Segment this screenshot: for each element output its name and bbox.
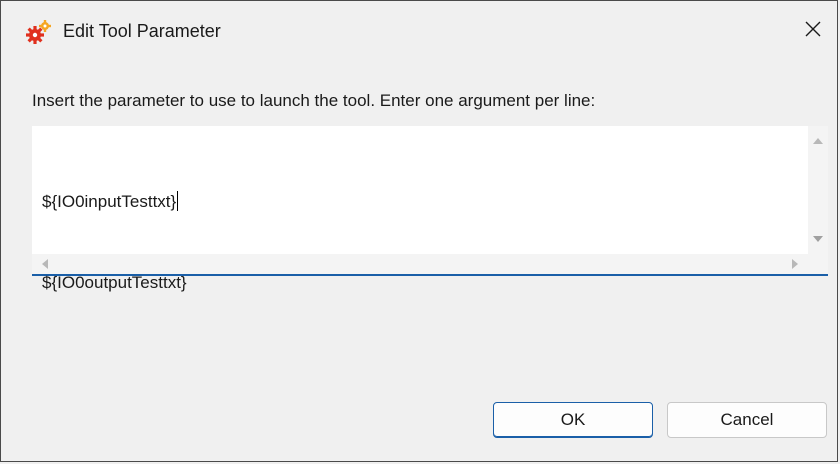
instruction-label: Insert the parameter to use to launch th… — [32, 91, 596, 110]
gears-icon — [25, 19, 53, 47]
horizontal-scrollbar[interactable] — [32, 254, 808, 274]
edit-tool-parameter-dialog: Edit Tool Parameter Insert the parameter… — [0, 0, 838, 462]
title-bar[interactable]: Edit Tool Parameter — [1, 1, 837, 63]
close-button[interactable] — [789, 7, 837, 55]
close-icon — [804, 20, 822, 43]
scroll-up-arrow-icon[interactable] — [813, 138, 823, 144]
scrollbar-corner — [808, 254, 828, 274]
scroll-right-arrow-icon[interactable] — [792, 259, 798, 269]
scroll-left-arrow-icon[interactable] — [42, 259, 48, 269]
window-title: Edit Tool Parameter — [63, 21, 221, 41]
ok-button[interactable]: OK — [493, 402, 653, 438]
parameter-editor[interactable]: ${IO0inputTesttxt} ${IO0outputTesttxt} — [32, 126, 828, 292]
parameter-textarea[interactable]: ${IO0inputTesttxt} ${IO0outputTesttxt} — [32, 126, 808, 292]
text-caret — [177, 191, 179, 211]
scroll-down-arrow-icon[interactable] — [813, 236, 823, 242]
cancel-button[interactable]: Cancel — [667, 402, 827, 438]
parameter-line: ${IO0inputTesttxt} — [42, 191, 179, 211]
vertical-scrollbar[interactable] — [808, 126, 828, 254]
